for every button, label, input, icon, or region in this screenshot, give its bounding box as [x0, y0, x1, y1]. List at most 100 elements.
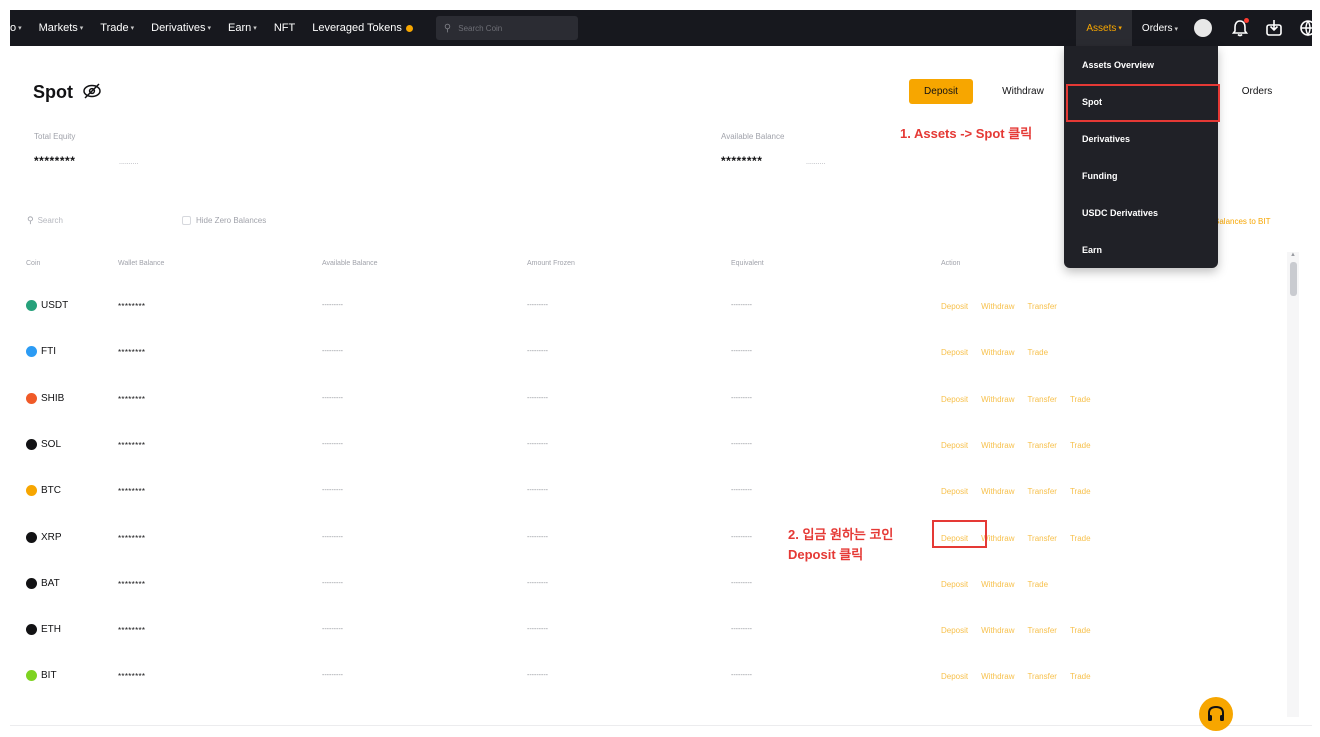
action-deposit-link[interactable]: Deposit	[941, 348, 968, 357]
action-withdraw-link[interactable]: Withdraw	[981, 441, 1014, 450]
coin-cell: ETH	[26, 624, 61, 636]
action-withdraw-link[interactable]: Withdraw	[981, 302, 1014, 311]
annotation-step-2-line-2: Deposit 클릭	[788, 547, 864, 562]
action-transfer-link[interactable]: Transfer	[1027, 395, 1057, 404]
coin-cell: USDT	[26, 300, 68, 311]
avatar[interactable]	[1194, 19, 1212, 37]
action-transfer-link[interactable]: Transfer	[1027, 672, 1057, 681]
asset-filter-search[interactable]: ⚲	[27, 215, 118, 226]
column-header-coin: Coin	[26, 260, 41, 267]
assets-dropdown-menu: Assets Overview Spot Derivatives Funding…	[1064, 46, 1218, 268]
coin-symbol: FTI	[41, 346, 56, 358]
nav-item-assets[interactable]: Assets ▾	[1076, 10, 1132, 46]
row-actions: Deposit Withdraw Transfer Trade	[941, 626, 1104, 635]
chevron-down-icon: ▾	[1174, 25, 1178, 33]
action-transfer-link[interactable]: Transfer	[1027, 441, 1057, 450]
menu-item-derivatives[interactable]: Derivatives	[1082, 134, 1130, 144]
action-deposit-link[interactable]: Deposit	[941, 672, 968, 681]
action-deposit-link[interactable]: Deposit	[941, 580, 968, 589]
bell-icon[interactable]	[1230, 18, 1250, 38]
hide-zero-label: Hide Zero Balances	[196, 216, 267, 225]
nav-item-leveraged-tokens[interactable]: Leveraged Tokens	[312, 22, 413, 34]
available-balance-cell: ---------	[322, 626, 343, 634]
checkbox[interactable]	[182, 216, 191, 225]
spot-highlight-box	[1066, 84, 1220, 122]
amount-frozen-cell: ---------	[527, 626, 548, 634]
coin-search[interactable]: ⚲	[435, 16, 578, 40]
menu-item-earn[interactable]: Earn	[1082, 245, 1102, 255]
support-headset-icon[interactable]	[1199, 697, 1233, 731]
coin-search-input[interactable]	[458, 23, 559, 33]
hot-badge-icon	[405, 24, 413, 32]
column-header-equivalent: Equivalent	[731, 260, 764, 267]
action-trade-link[interactable]: Trade	[1070, 395, 1091, 404]
action-transfer-link[interactable]: Transfer	[1027, 534, 1057, 543]
menu-item-funding[interactable]: Funding	[1082, 171, 1118, 181]
nav-item-partial[interactable]: o ▾	[10, 22, 22, 34]
action-trade-link[interactable]: Trade	[1070, 626, 1091, 635]
action-trade-link[interactable]: Trade	[1070, 672, 1091, 681]
search-icon: ⚲	[27, 215, 34, 225]
annotation-step-2-line-1: 2. 입금 원하는 코인	[788, 527, 894, 542]
total-equity-label: Total Equity	[34, 132, 76, 141]
annotation-step-1: 1. Assets -> Spot 클릭	[900, 126, 1033, 141]
action-deposit-link[interactable]: Deposit	[941, 441, 968, 450]
action-trade-link[interactable]: Trade	[1027, 348, 1048, 357]
row-actions: Deposit Withdraw Transfer Trade	[941, 672, 1104, 681]
action-transfer-link[interactable]: Transfer	[1027, 302, 1057, 311]
nav-item-orders[interactable]: Orders ▾	[1142, 23, 1178, 34]
table-row: BIT ******** --------- --------- --------- De…	[0, 657, 1300, 703]
coin-icon	[26, 670, 37, 682]
action-withdraw-link[interactable]: Withdraw	[981, 626, 1014, 635]
nav-item-markets[interactable]: Markets ▾	[39, 22, 84, 34]
table-row: USDT ******** --------- --------- --------- D…	[0, 287, 1300, 333]
scroll-up-icon[interactable]: ▲	[1290, 252, 1296, 258]
wallet-balance-cell: ********	[118, 487, 146, 497]
coin-cell: BTC	[26, 485, 61, 497]
action-trade-link[interactable]: Trade	[1070, 534, 1091, 543]
action-withdraw-link[interactable]: Withdraw	[981, 348, 1014, 357]
menu-item-usdc-derivatives[interactable]: USDC Derivatives	[1082, 208, 1158, 218]
action-deposit-link[interactable]: Deposit	[941, 395, 968, 404]
action-withdraw-link[interactable]: Withdraw	[981, 580, 1014, 589]
action-deposit-link[interactable]: Deposit	[941, 626, 968, 635]
scrollbar-thumb[interactable]	[1290, 262, 1297, 296]
deposit-button[interactable]: Deposit	[909, 79, 973, 104]
nav-item-derivatives[interactable]: Derivatives ▾	[151, 22, 211, 34]
asset-search-input[interactable]	[37, 216, 118, 225]
coin-icon	[26, 624, 37, 636]
nav-item-earn[interactable]: Earn ▾	[228, 22, 257, 34]
scrollbar-track[interactable]	[1287, 252, 1299, 717]
action-trade-link[interactable]: Trade	[1027, 580, 1048, 589]
amount-frozen-cell: ---------	[527, 302, 548, 309]
coin-symbol: BIT	[41, 670, 57, 682]
table-row: SHIB ******** --------- --------- --------- D…	[0, 380, 1300, 426]
available-balance-cell: ---------	[322, 394, 343, 402]
action-trade-link[interactable]: Trade	[1070, 441, 1091, 450]
amount-frozen-cell: ---------	[527, 487, 548, 495]
action-withdraw-link[interactable]: Withdraw	[981, 672, 1014, 681]
equivalent-cell: ---------	[731, 579, 752, 587]
globe-icon[interactable]	[1298, 18, 1312, 38]
nav-item-trade[interactable]: Trade ▾	[100, 22, 134, 34]
available-balance-cell: ---------	[322, 302, 343, 309]
hide-zero-balances-toggle[interactable]: Hide Zero Balances	[182, 216, 266, 225]
download-icon[interactable]	[1264, 18, 1284, 38]
convert-balances-link[interactable]: Balances to BIT	[1214, 217, 1270, 226]
menu-item-assets-overview[interactable]: Assets Overview	[1082, 60, 1154, 70]
action-deposit-link[interactable]: Deposit	[941, 302, 968, 311]
action-trade-link[interactable]: Trade	[1070, 487, 1091, 496]
coin-icon	[26, 300, 37, 311]
action-withdraw-link[interactable]: Withdraw	[981, 487, 1014, 496]
orders-button[interactable]: Orders	[1228, 79, 1286, 104]
nav-item-nft[interactable]: NFT	[274, 22, 295, 34]
action-transfer-link[interactable]: Transfer	[1027, 487, 1057, 496]
withdraw-button[interactable]: Withdraw	[986, 79, 1060, 104]
available-balance-cell: ---------	[322, 672, 343, 680]
action-withdraw-link[interactable]: Withdraw	[981, 395, 1014, 404]
coin-symbol: XRP	[41, 531, 62, 543]
action-deposit-link[interactable]: Deposit	[941, 487, 968, 496]
eye-off-icon[interactable]	[82, 83, 102, 99]
equivalent-cell: ---------	[731, 672, 752, 680]
action-transfer-link[interactable]: Transfer	[1027, 626, 1057, 635]
